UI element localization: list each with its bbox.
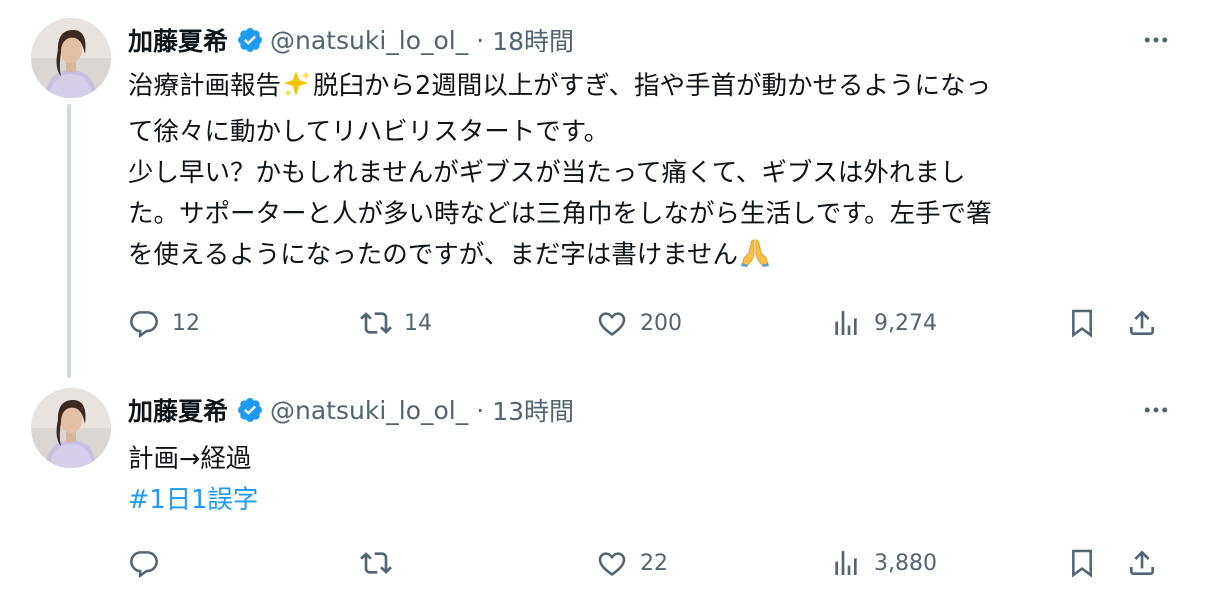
hashtag-link[interactable]: #1日1誤字 bbox=[128, 480, 1168, 521]
bookmark-icon bbox=[1072, 549, 1092, 578]
tweet-text-line: を使えるようになったのですが、まだ字は書けません bbox=[128, 235, 1168, 281]
reply-icon bbox=[130, 311, 158, 339]
tweet-text-line: 治療計画報告 脱臼から2週間以上がすぎ、指や手首が動かせるようになっ bbox=[128, 66, 1168, 112]
separator-dot: · bbox=[476, 25, 485, 55]
tweet-text-line: た。サポーターと人が多い時などは三角巾をしながら生活しです。左手で箸 bbox=[128, 199, 992, 229]
more-icon[interactable] bbox=[1138, 392, 1174, 428]
avatar[interactable] bbox=[31, 18, 111, 98]
repost-count: 14 bbox=[404, 310, 432, 336]
timestamp[interactable]: 13時間 bbox=[492, 392, 574, 428]
share-icon bbox=[1130, 550, 1154, 575]
tweet[interactable]: 加藤夏希 @natsuki_lo_ol_ · 18時間 治療計画報告 脱臼から2週… bbox=[0, 0, 1226, 380]
tweet-text-segment: 治療計画報告 bbox=[128, 71, 282, 101]
share-button[interactable] bbox=[1126, 543, 1158, 583]
like-count: 22 bbox=[640, 550, 668, 576]
tweet-actions: 22 3,880 bbox=[128, 543, 1168, 583]
timestamp[interactable]: 18時間 bbox=[492, 22, 574, 58]
reply-icon bbox=[130, 551, 158, 579]
share-button[interactable] bbox=[1126, 303, 1158, 343]
view-count: 3,880 bbox=[874, 550, 937, 576]
like-icon bbox=[598, 312, 626, 337]
verified-badge-icon bbox=[236, 26, 264, 54]
user-handle[interactable]: @natsuki_lo_ol_ bbox=[270, 26, 468, 55]
tweet-text-segment: を使えるようになったのですが、まだ字は書けません bbox=[128, 240, 738, 270]
reply-button[interactable]: 12 bbox=[128, 303, 200, 343]
tweet-text-line: 少し早い？かもしれませんがギブスが当たって痛くて、ギブスは外れまし bbox=[128, 158, 966, 188]
bookmark-icon bbox=[1072, 309, 1092, 338]
repost-button[interactable] bbox=[360, 543, 404, 583]
bookmark-button[interactable] bbox=[1066, 543, 1098, 583]
tweet-text-line: 計画→経過 bbox=[128, 444, 252, 474]
user-handle[interactable]: @natsuki_lo_ol_ bbox=[270, 396, 468, 425]
reply-button[interactable] bbox=[128, 543, 172, 583]
tweet[interactable]: 加藤夏希 @natsuki_lo_ol_ · 13時間 計画→経過 #1日1誤字… bbox=[0, 380, 1226, 604]
separator-dot: · bbox=[476, 395, 485, 425]
share-icon bbox=[1130, 310, 1154, 335]
display-name[interactable]: 加藤夏希 bbox=[128, 22, 228, 58]
avatar[interactable] bbox=[31, 388, 111, 468]
view-count: 9,274 bbox=[874, 310, 937, 336]
bookmark-button[interactable] bbox=[1066, 303, 1098, 343]
repost-icon bbox=[360, 552, 392, 574]
like-count: 200 bbox=[640, 310, 682, 336]
more-icon[interactable] bbox=[1138, 22, 1174, 58]
views-button[interactable]: 3,880 bbox=[830, 543, 937, 583]
tweet-text: 計画→経過 #1日1誤字 bbox=[128, 439, 1168, 521]
tweet-header: 加藤夏希 @natsuki_lo_ol_ · 13時間 bbox=[128, 390, 574, 430]
repost-button[interactable]: 14 bbox=[360, 303, 432, 343]
views-icon bbox=[835, 551, 857, 575]
views-button[interactable]: 9,274 bbox=[830, 303, 937, 343]
folded-hands-emoji bbox=[739, 236, 771, 281]
views-icon bbox=[835, 311, 857, 335]
reply-count: 12 bbox=[172, 310, 200, 336]
like-button[interactable]: 200 bbox=[596, 303, 682, 343]
tweet-text-segment: 脱臼から2週間以上がすぎ、指や手首が動かせるようになっ bbox=[313, 71, 991, 101]
tweet-actions: 12 14 200 9,274 bbox=[128, 303, 1168, 343]
tweet-text: 治療計画報告 脱臼から2週間以上がすぎ、指や手首が動かせるようになっ て徐々に動か… bbox=[128, 66, 1168, 281]
display-name[interactable]: 加藤夏希 bbox=[128, 392, 228, 428]
repost-icon bbox=[360, 312, 392, 334]
like-icon bbox=[598, 552, 626, 577]
like-button[interactable]: 22 bbox=[596, 543, 668, 583]
verified-badge-icon bbox=[236, 396, 264, 424]
tweet-header: 加藤夏希 @natsuki_lo_ol_ · 18時間 bbox=[128, 20, 574, 60]
sparkles-emoji bbox=[282, 69, 312, 112]
tweet-text-line: て徐々に動かしてリハビリスタートです。 bbox=[128, 117, 610, 147]
